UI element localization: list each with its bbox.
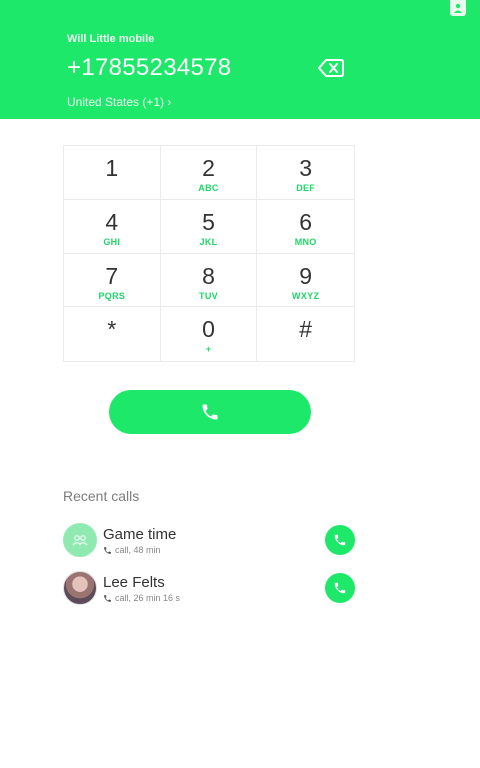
country-selector[interactable]: United States (+1) › [67,95,171,109]
contact-card-icon[interactable] [450,0,466,16]
key-letters: TUV [199,290,218,301]
call-type-icon [104,546,111,554]
key-letters: MNO [294,236,317,247]
key-digit: 2 [202,155,215,181]
call-button[interactable] [109,390,311,434]
key-digit: # [299,316,313,343]
key-digit: * [107,316,117,343]
phone-icon [334,534,346,546]
key-star[interactable]: * [64,307,161,361]
key-digit: 4 [105,208,119,235]
recent-call-button[interactable] [325,525,355,555]
key-1[interactable]: 1 [64,146,161,200]
key-digit: 7 [105,262,119,289]
key-8[interactable]: 8 TUV [160,253,258,308]
key-letters: PQRS [98,290,126,301]
phone-icon [202,404,218,420]
backspace-icon[interactable] [318,58,344,78]
key-3[interactable]: 3 DEF [257,146,354,200]
recent-call-name: Lee Felts [103,574,165,591]
recent-call-duration: call, 48 min [115,545,161,555]
recent-call-item[interactable]: Lee Felts call, 26 min 16 s [63,570,355,606]
key-9[interactable]: 9 WXYZ [257,254,354,308]
recent-call-detail: call, 48 min [103,545,161,555]
key-letters: ABC [198,183,219,193]
key-7[interactable]: 7 PQRS [64,253,161,308]
key-hash[interactable]: # [257,307,354,361]
key-4[interactable]: 4 GHI [64,199,161,254]
key-letters: JKL [199,236,218,247]
recent-call-name: Game time [103,526,177,543]
key-6[interactable]: 6 MNO [257,200,354,254]
dial-keypad: 1 2 ABC 3 DEF 4 GHI 5 JKL 6 MNO 7 PQRS 8 TUV 9W… [63,145,355,362]
key-letters: GHI [103,236,121,247]
avatar [63,571,97,605]
key-digit: 3 [299,155,313,181]
recent-call-detail: call, 26 min 16 s [103,593,180,603]
key-letters: DEF [296,183,316,193]
group-icon [63,523,97,557]
call-type-icon [104,594,111,602]
key-digit: 5 [202,208,215,235]
key-digit: 8 [202,262,215,289]
key-2[interactable]: 2 ABC [160,146,258,200]
key-5[interactable]: 5 JKL [160,199,258,254]
recent-calls-title: Recent calls [63,488,140,504]
key-digit: 6 [299,208,313,235]
key-digit: 9 [299,262,313,289]
key-0[interactable]: 0 + [161,307,258,361]
dialer-header: Will Little mobile +17855234578 United S… [0,0,480,119]
key-digit: 0 [202,316,215,343]
caller-name: Will Little mobile [67,33,155,45]
key-letters: + [205,344,212,355]
key-letters: WXYZ [292,290,320,301]
recent-call-item[interactable]: Game time call, 48 min [63,522,355,558]
recent-call-duration: call, 26 min 16 s [115,593,181,603]
phone-number-display[interactable]: +17855234578 [67,54,231,82]
recent-call-button[interactable] [325,573,355,603]
key-digit: 1 [105,155,119,181]
phone-icon [334,582,346,594]
